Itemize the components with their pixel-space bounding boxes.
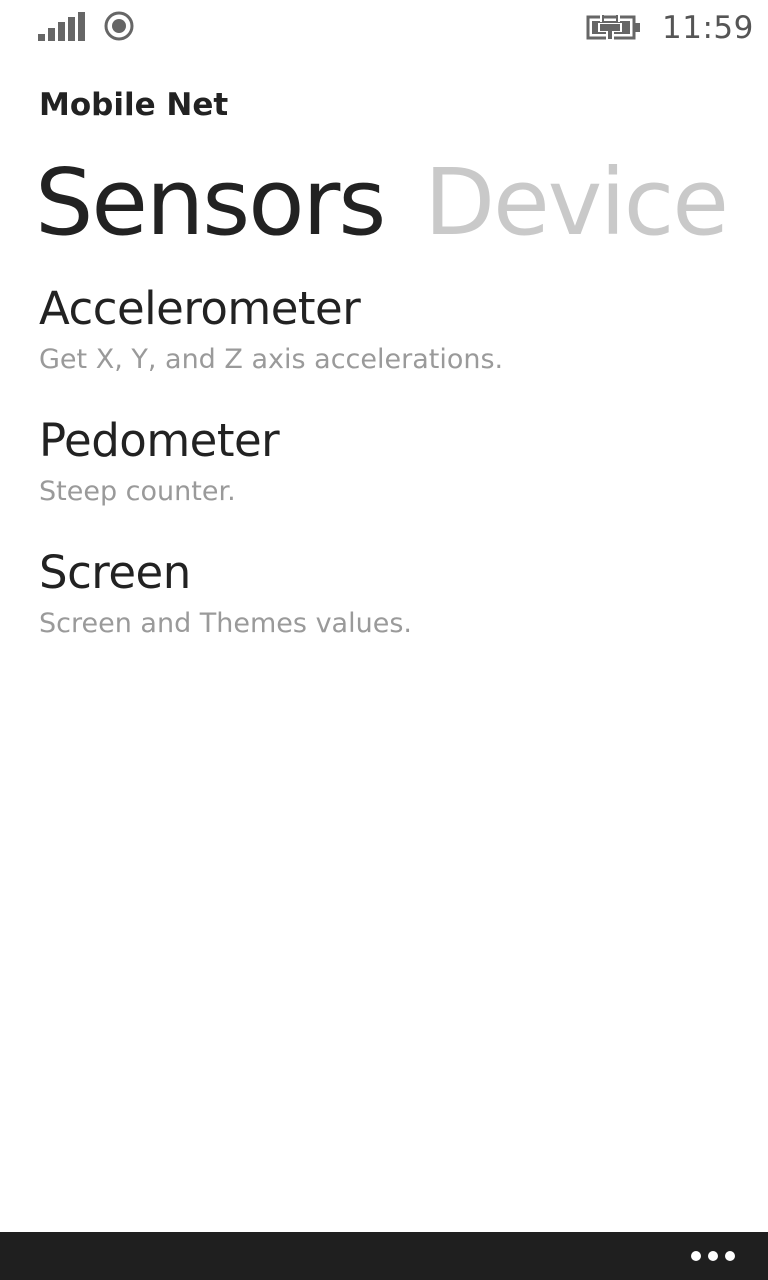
list-item-subtitle: Screen and Themes values. bbox=[39, 608, 412, 639]
battery-charging-icon bbox=[586, 14, 640, 40]
list-item-title: Pedometer bbox=[39, 414, 280, 467]
status-bar: 11:59 bbox=[0, 0, 768, 56]
app-title: Mobile Net bbox=[39, 87, 229, 123]
data-connection-icon bbox=[104, 11, 134, 41]
pivot-header: Sensors Device bbox=[35, 138, 729, 268]
app-bar bbox=[0, 1232, 768, 1280]
signal-strength-icon bbox=[38, 12, 85, 41]
list-item-subtitle: Steep counter. bbox=[39, 476, 236, 507]
list-item-title: Accelerometer bbox=[39, 282, 361, 335]
pivot-tab-device[interactable]: Device bbox=[424, 149, 729, 256]
sensor-list: Accelerometer Get X, Y, and Z axis accel… bbox=[39, 280, 739, 676]
phone-screen: 11:59 Mobile Net Sensors Device Accelerom… bbox=[0, 0, 768, 1280]
list-item-pedometer[interactable]: Pedometer Steep counter. bbox=[39, 412, 739, 544]
list-item-accelerometer[interactable]: Accelerometer Get X, Y, and Z axis accel… bbox=[39, 280, 739, 412]
ellipsis-icon[interactable] bbox=[688, 1242, 738, 1270]
pivot-tab-sensors[interactable]: Sensors bbox=[35, 149, 386, 256]
list-item-screen[interactable]: Screen Screen and Themes values. bbox=[39, 544, 739, 676]
list-item-subtitle: Get X, Y, and Z axis accelerations. bbox=[39, 344, 504, 375]
status-clock: 11:59 bbox=[662, 10, 754, 46]
list-item-title: Screen bbox=[39, 546, 191, 599]
